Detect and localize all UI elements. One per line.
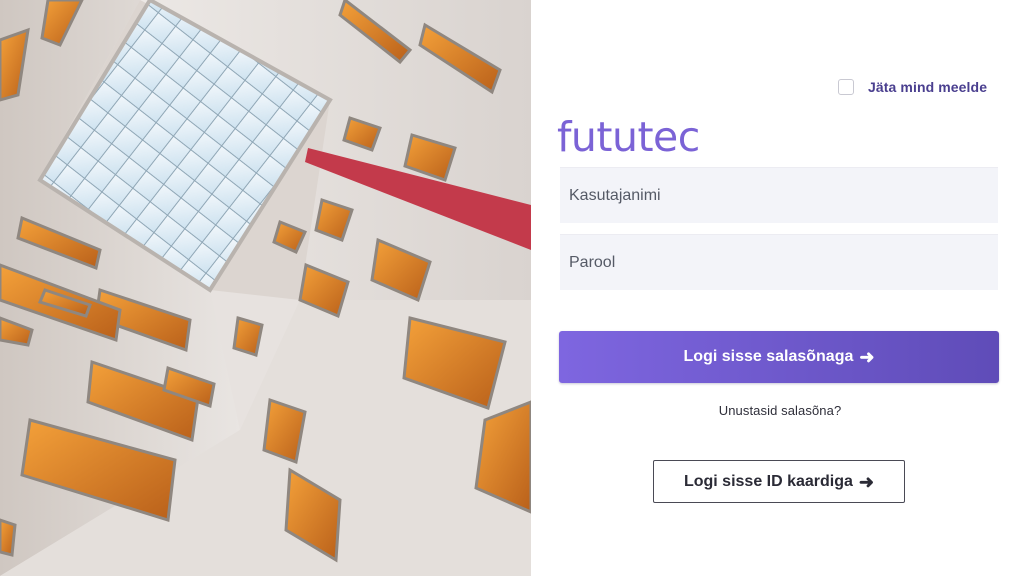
atrium-illustration [0,0,531,576]
brand-logo: fututec [557,113,700,161]
username-input[interactable] [560,167,998,223]
forgot-password-link[interactable]: Unustasid salasõna? [560,403,1000,418]
hero-building-photo [0,0,531,576]
arrow-right-icon: ➜ [858,471,875,492]
password-input[interactable] [560,234,998,290]
remember-me-toggle[interactable]: Jäta mind meelde [838,77,987,97]
login-idcard-button[interactable]: Logi sisse ID kaardiga ➜ [653,460,905,503]
login-password-button[interactable]: Logi sisse salasõnaga ➜ [559,331,999,383]
arrow-right-icon: ➜ [859,347,875,367]
login-idcard-button-label: Logi sisse ID kaardiga [683,472,853,490]
login-password-button-label: Logi sisse salasõnaga [683,348,854,365]
checkbox-icon[interactable] [838,79,854,95]
remember-me-label: Jäta mind meelde [868,79,988,95]
